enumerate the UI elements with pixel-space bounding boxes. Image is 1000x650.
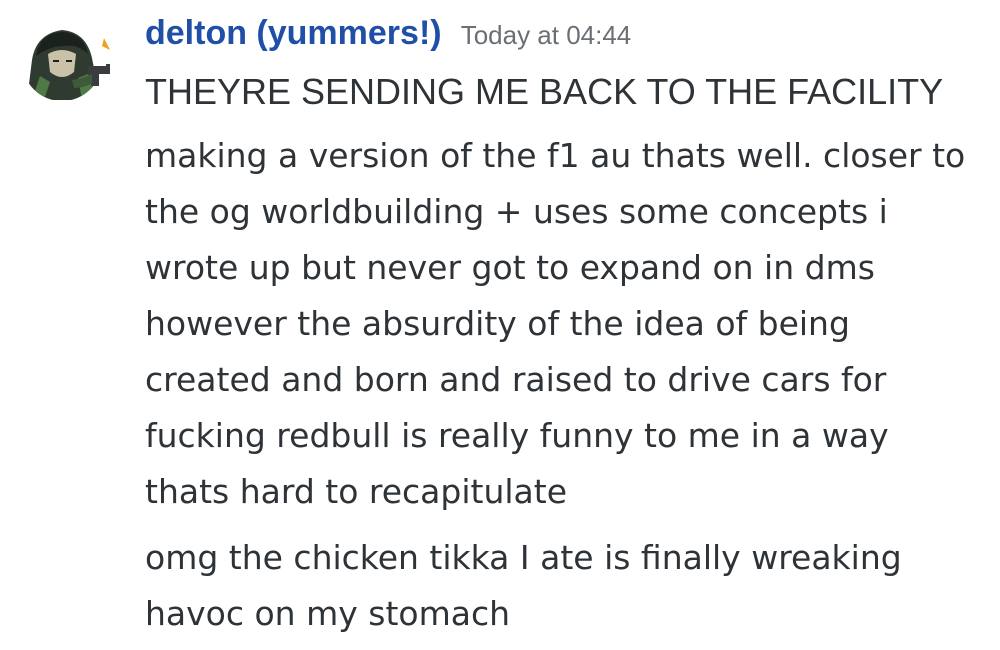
message-header: delton (yummers!) Today at 04:44 [145,14,631,53]
message-group: delton (yummers!) Today at 04:44 THEYRE … [0,0,1000,650]
timestamp[interactable]: Today at 04:44 [461,20,632,50]
username[interactable]: delton (yummers!) [145,14,442,52]
user-avatar[interactable] [22,20,112,102]
message-text: THEYRE SENDING ME BACK TO THE FACILITY [145,71,944,112]
message-text: making a version of the f1 au thats well… [145,136,966,511]
avatar-character-with-gun-icon [22,21,110,101]
message-text: omg the chicken tikka I ate is finally w… [145,538,902,633]
